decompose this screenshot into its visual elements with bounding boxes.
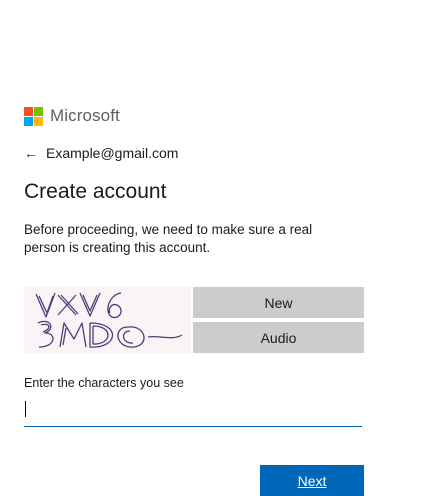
captcha-input[interactable] bbox=[24, 397, 362, 427]
logo-square-red bbox=[24, 106, 33, 116]
audio-captcha-button[interactable]: Audio bbox=[193, 322, 364, 353]
next-button[interactable]: Next bbox=[260, 465, 364, 496]
microsoft-logo: Microsoft bbox=[24, 106, 120, 126]
back-arrow-icon[interactable]: ← bbox=[24, 145, 38, 161]
captcha-image bbox=[24, 287, 191, 353]
page-title: Create account bbox=[24, 180, 167, 203]
brand-name: Microsoft bbox=[50, 106, 120, 125]
account-email: Example@gmail.com bbox=[46, 145, 179, 161]
page-description: Before proceeding, we need to make sure … bbox=[24, 222, 313, 255]
captcha-input-label: Enter the characters you see bbox=[24, 376, 184, 390]
logo-square-green bbox=[34, 106, 43, 116]
back-to-email[interactable]: ← Example@gmail.com bbox=[24, 145, 178, 161]
captcha-glyphs bbox=[35, 292, 183, 348]
new-captcha-button[interactable]: New bbox=[193, 287, 364, 318]
text-cursor bbox=[25, 401, 26, 417]
logo-square-yellow bbox=[34, 116, 43, 126]
logo-square-blue bbox=[24, 116, 33, 126]
microsoft-logo-icon bbox=[24, 106, 43, 126]
